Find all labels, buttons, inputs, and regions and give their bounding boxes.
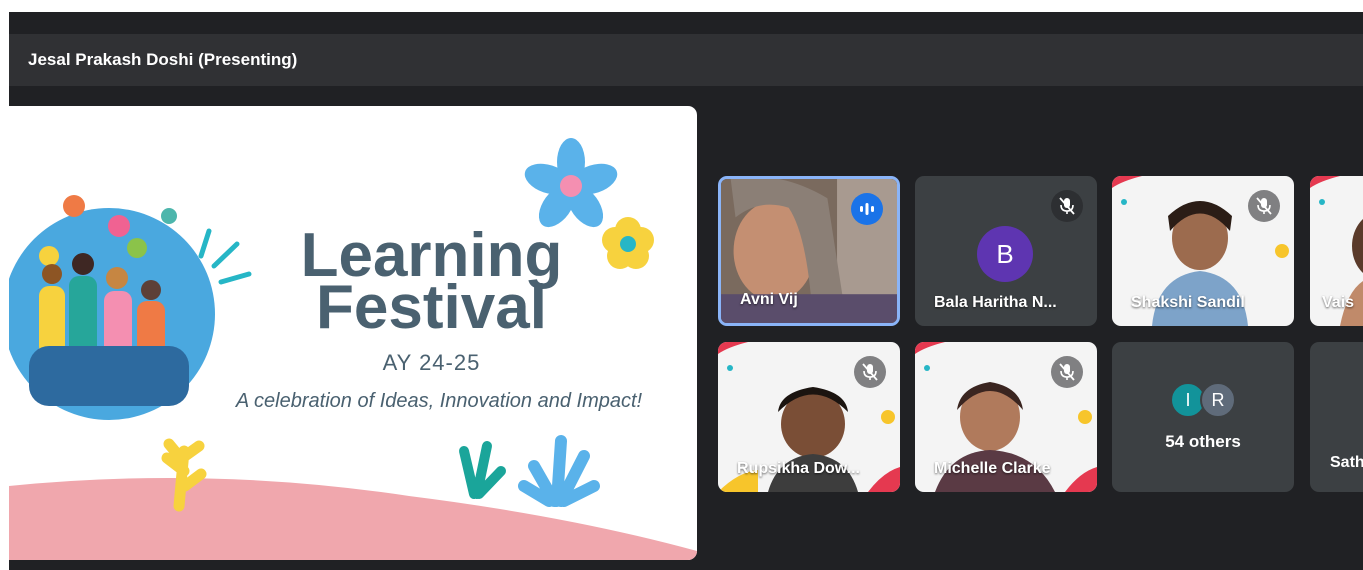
participant-tile-avni-vij[interactable]: Avni Vij (718, 176, 900, 326)
slide-title-line2: Festival (316, 273, 547, 342)
participant-name: Vais (1322, 294, 1355, 311)
participant-tile-michelle-clarke[interactable]: Michelle Clarke (915, 342, 1097, 492)
others-avatar-group: I R (1170, 382, 1240, 420)
window-left-edge (0, 0, 9, 570)
window-top-edge (0, 0, 1363, 12)
others-count: 54 others (1165, 432, 1241, 451)
avatar: B (977, 226, 1033, 282)
mic-off-icon (1248, 190, 1280, 222)
slide-year: AY 24-25 (382, 350, 481, 375)
participant-tile-bala[interactable]: B Bala Haritha N... (915, 176, 1097, 326)
mic-off-icon (1051, 356, 1083, 388)
participant-tile-vais[interactable]: Vais (1310, 176, 1363, 326)
meeting-stage: Jesal Prakash Doshi (Presenting) Learnin… (9, 12, 1363, 570)
participant-tile-others[interactable]: I R 54 others (1112, 342, 1294, 492)
presentation-slide[interactable]: Learning Festival AY 24-25 A celebration… (9, 106, 697, 560)
participant-tile-shakshi-sandil[interactable]: Shakshi Sandil (1112, 176, 1294, 326)
participant-name: Michelle Clarke (934, 460, 1051, 477)
participant-name: Avni Vij (740, 291, 798, 308)
participant-name: Sath (1330, 454, 1363, 471)
presenter-label: Jesal Prakash Doshi (Presenting) (28, 50, 298, 69)
slide-subtitle: A celebration of Ideas, Innovation and I… (235, 390, 643, 412)
participant-tile-rupsikha[interactable]: Rupsikha Dow... (718, 342, 900, 492)
participant-tile-sath[interactable]: Sath (1310, 342, 1363, 492)
mic-off-icon (1051, 190, 1083, 222)
presenter-bar: Jesal Prakash Doshi (Presenting) (9, 34, 1363, 86)
participant-name: Bala Haritha N... (934, 294, 1057, 311)
participant-name: Rupsikha Dow... (737, 460, 860, 477)
mic-off-icon (854, 356, 886, 388)
avatar: R (1200, 382, 1236, 418)
participant-name: Shakshi Sandil (1131, 294, 1245, 311)
audio-level-icon (851, 193, 883, 225)
